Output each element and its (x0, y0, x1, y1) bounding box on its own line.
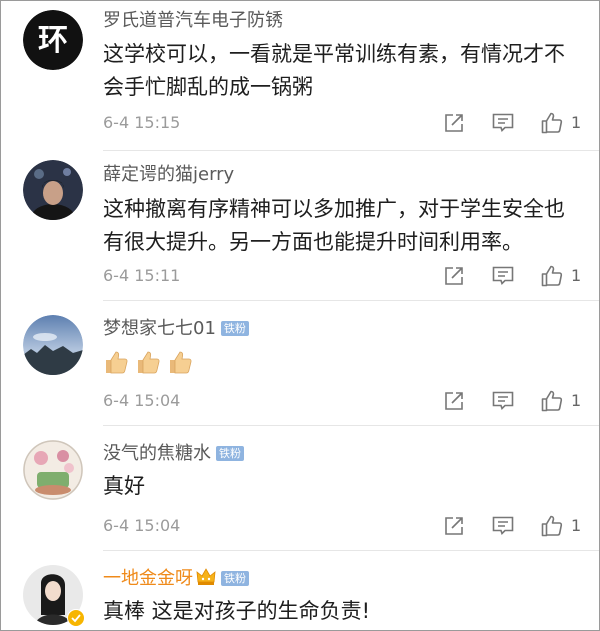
thumbs-up-emoji (106, 351, 128, 374)
avatar-logo-text: 环 (38, 23, 68, 58)
avatar[interactable] (23, 160, 83, 220)
comment-username[interactable]: 没气的焦糖水 铁粉 (103, 443, 244, 465)
like-count: 1 (571, 113, 582, 132)
like-count: 1 (571, 266, 582, 285)
comment-username[interactable]: 薛定谔的猫jerry (103, 164, 234, 186)
share-icon (445, 114, 463, 132)
share-button[interactable] (444, 266, 464, 286)
like-button[interactable]: 1 (541, 265, 581, 287)
comment-item: 梦想家七七01 铁粉 6-4 15:04 1 (1, 301, 599, 426)
share-button[interactable] (444, 516, 464, 536)
comment-username[interactable]: 罗氏道普汽车电子防锈 (103, 10, 283, 32)
comment-icon (492, 266, 514, 285)
fan-badge: 铁粉 (220, 321, 249, 336)
thumbs-up-emoji (138, 351, 160, 374)
comment-item: 没气的焦糖水 铁粉 真好 6-4 15:04 1 (1, 426, 599, 551)
fan-badge: 铁粉 (216, 446, 244, 461)
like-icon (541, 112, 563, 134)
comment-text: 真好 (103, 474, 145, 498)
like-button[interactable]: 1 (541, 515, 581, 537)
share-button[interactable] (444, 391, 464, 411)
comment-button[interactable] (492, 391, 514, 411)
avatar[interactable] (23, 440, 83, 500)
like-count: 1 (571, 391, 582, 410)
comment-button[interactable] (492, 113, 514, 133)
comment-text: 真棒 这是对孩子的生命负责! (103, 599, 371, 623)
verified-icon (67, 609, 85, 627)
comment-emojis (103, 345, 583, 378)
like-icon (541, 265, 563, 287)
comment-button[interactable] (492, 516, 514, 536)
share-icon (445, 392, 463, 410)
comment-item: 薛定谔的猫jerry 这种撤离有序精神可以多加推广，对于学生安全也有很大提升。另… (1, 151, 599, 301)
share-button[interactable] (444, 113, 464, 133)
share-icon (445, 517, 463, 535)
comment-list: 环 罗氏道普汽车电子防锈 这学校可以，一看就是平常训练有素，有情况才不会手忙脚乱… (0, 0, 600, 631)
like-button[interactable]: 1 (541, 112, 581, 134)
like-count: 1 (571, 516, 582, 535)
like-button[interactable]: 1 (541, 390, 581, 412)
comment-time: 6-4 15:04 (103, 516, 181, 535)
comment-username[interactable]: 梦想家七七01 铁粉 (103, 318, 249, 340)
username-text: 没气的焦糖水 (103, 443, 211, 464)
comment-button[interactable] (492, 266, 514, 286)
share-icon (445, 267, 463, 285)
comment-text: 这学校可以，一看就是平常训练有素，有情况才不会手忙脚乱的成一锅粥 (103, 42, 565, 99)
comment-time: 6-4 15:15 (103, 113, 181, 132)
username-text: 梦想家七七01 (103, 318, 216, 339)
fan-badge: 铁粉 (221, 571, 249, 586)
crown-icon (196, 568, 216, 585)
username-text: 一地金金呀 (103, 568, 193, 589)
comment-username[interactable]: 一地金金呀 铁粉 (103, 568, 249, 590)
avatar[interactable]: 环 (23, 10, 83, 70)
comment-icon (492, 391, 514, 410)
like-icon (541, 390, 563, 412)
thumbs-up-emoji (170, 351, 192, 374)
comment-icon (492, 516, 514, 535)
comment-time: 6-4 15:04 (103, 391, 181, 410)
comment-text: 这种撤离有序精神可以多加推广，对于学生安全也有很大提升。另一方面也能提升时间利用… (103, 197, 565, 254)
comment-item: 环 罗氏道普汽车电子防锈 这学校可以，一看就是平常训练有素，有情况才不会手忙脚乱… (1, 1, 599, 151)
comment-icon (492, 113, 514, 132)
comment-item: 一地金金呀 铁粉 真棒 这是对孩子的生命负责! (1, 551, 599, 630)
like-icon (541, 515, 563, 537)
comment-time: 6-4 15:11 (103, 266, 181, 285)
avatar[interactable] (23, 565, 85, 627)
avatar[interactable] (23, 315, 83, 375)
